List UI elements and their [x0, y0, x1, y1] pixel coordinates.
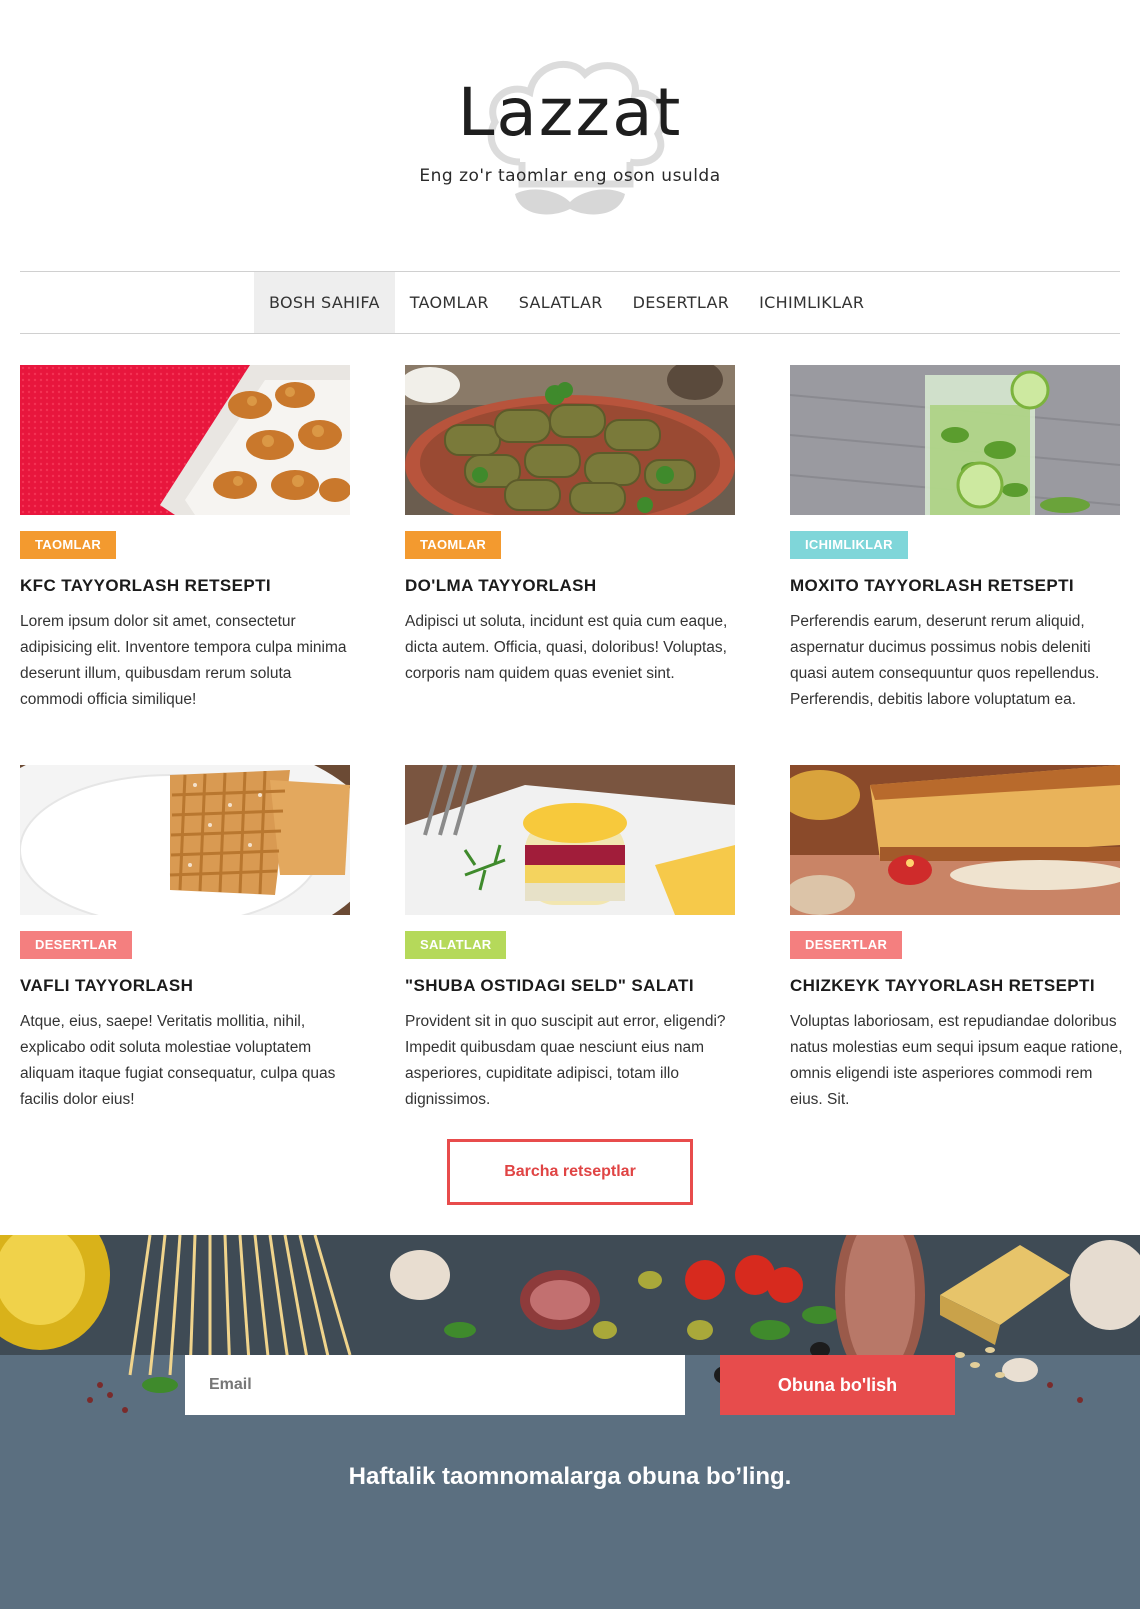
category-badge[interactable]: TAOMLAR	[405, 531, 502, 559]
nav-item-taomlar[interactable]: TAOMLAR	[395, 272, 504, 333]
nav-list: BOSH SAHIFA TAOMLAR SALATLAR DESERTLAR I…	[254, 272, 879, 333]
category-badge[interactable]: ICHIMLIKLAR	[790, 531, 908, 559]
recipe-excerpt: Provident sit in quo suscipit aut error,…	[405, 1013, 726, 1108]
email-input[interactable]	[185, 1355, 685, 1415]
dolma-image	[405, 365, 735, 515]
recipe-image-chizkeyk[interactable]	[790, 765, 1120, 915]
main-nav: BOSH SAHIFA TAOMLAR SALATLAR DESERTLAR I…	[20, 271, 1120, 334]
subscribe-button[interactable]: Obuna bo'lish	[720, 1355, 955, 1415]
subscribe-section: Obuna bo'lish Haftalik taomnomalarga obu…	[0, 1235, 1140, 1609]
recipe-title[interactable]: VAFLI TAYYORLASH	[20, 976, 360, 996]
shuba-salad-image	[405, 765, 735, 915]
recipe-excerpt: Perferendis earum, deserunt rerum aliqui…	[790, 613, 1100, 708]
recipe-title[interactable]: KFC TAYYORLASH RETSEPTI	[20, 576, 360, 596]
recipe-image-kfc[interactable]	[20, 365, 350, 515]
category-badge[interactable]: SALATLAR	[405, 931, 507, 959]
site-header: Lazzat Eng zo'r taomlar eng oson usulda	[0, 0, 1140, 270]
category-badge[interactable]: DESERTLAR	[20, 931, 133, 959]
kfc-chicken-image	[20, 365, 350, 515]
recipe-excerpt: Adipisci ut soluta, incidunt est quia cu…	[405, 613, 728, 682]
nav-item-bosh-sahifa[interactable]: BOSH SAHIFA	[254, 272, 395, 333]
recipe-excerpt: Lorem ipsum dolor sit amet, consectetur …	[20, 613, 347, 708]
nav-item-salatlar[interactable]: SALATLAR	[504, 272, 618, 333]
recipe-card[interactable]: TAOMLAR DO'LMA TAYYORLASH Adipisci ut so…	[405, 365, 735, 682]
cheesecake-image	[790, 765, 1120, 915]
recipe-excerpt: Voluptas laboriosam, est repudiandae dol…	[790, 1013, 1123, 1108]
waffle-image	[20, 765, 350, 915]
category-badge[interactable]: TAOMLAR	[20, 531, 117, 559]
recipe-card[interactable]: SALATLAR "SHUBA OSTIDAGI SELD" SALATI Pr…	[405, 765, 735, 1108]
recipe-card[interactable]: DESERTLAR VAFLI TAYYORLASH Atque, eius, …	[20, 765, 350, 1108]
tagline: Eng zo'r taomlar eng oson usulda	[419, 166, 721, 186]
recipe-image-vafli[interactable]	[20, 765, 350, 915]
ingredients-background-image	[0, 1235, 1140, 1609]
recipe-title[interactable]: DO'LMA TAYYORLASH	[405, 576, 745, 596]
recipe-image-moxito[interactable]	[790, 365, 1120, 515]
recipe-card[interactable]: ICHIMLIKLAR MOXITO TAYYORLASH RETSEPTI P…	[790, 365, 1120, 708]
category-badge[interactable]: DESERTLAR	[790, 931, 903, 959]
nav-item-ichimliklar[interactable]: ICHIMLIKLAR	[744, 272, 879, 333]
nav-item-desertlar[interactable]: DESERTLAR	[618, 272, 744, 333]
recipe-card[interactable]: DESERTLAR CHIZKEYK TAYYORLASH RETSEPTI V…	[790, 765, 1123, 1108]
all-recipes-button[interactable]: Barcha retseptlar	[447, 1139, 693, 1205]
recipe-image-shuba[interactable]	[405, 765, 735, 915]
mojito-image	[790, 365, 1120, 515]
logo[interactable]: Lazzat Eng zo'r taomlar eng oson usulda	[419, 44, 720, 224]
recipe-image-dolma[interactable]	[405, 365, 735, 515]
recipe-card[interactable]: TAOMLAR KFC TAYYORLASH RETSEPTI Lorem ip…	[20, 365, 350, 708]
subscribe-text: Haftalik taomnomalarga obuna bo’ling.	[348, 1463, 792, 1490]
recipe-title[interactable]: "SHUBA OSTIDAGI SELD" SALATI	[405, 976, 745, 996]
recipe-title[interactable]: MOXITO TAYYORLASH RETSEPTI	[790, 576, 1130, 596]
recipe-excerpt: Atque, eius, saepe! Veritatis mollitia, …	[20, 1013, 336, 1108]
recipe-title[interactable]: CHIZKEYK TAYYORLASH RETSEPTI	[790, 976, 1130, 996]
logo-title: Lazzat	[457, 74, 683, 151]
